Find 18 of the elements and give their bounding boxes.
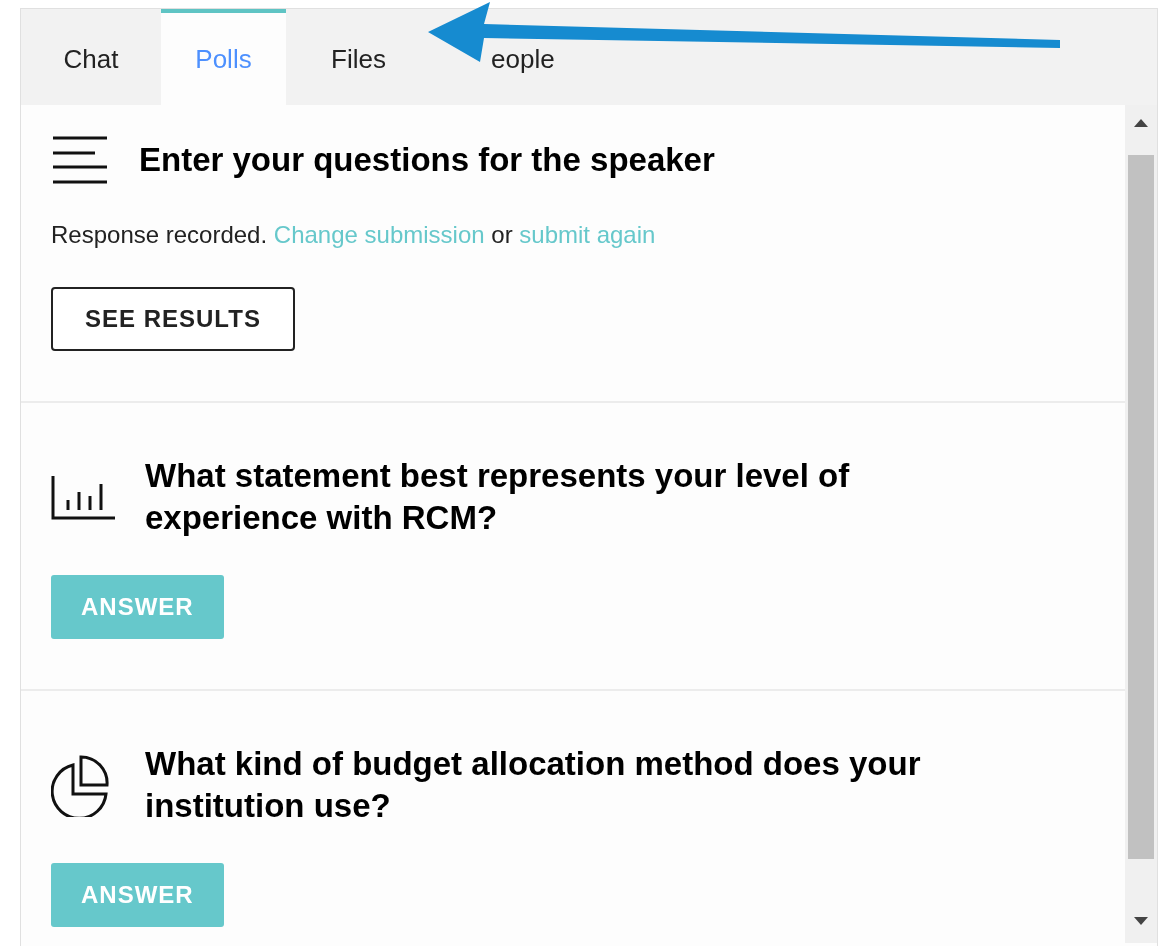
submit-again-link[interactable]: submit again xyxy=(519,221,656,248)
response-status: Response recorded. Change submission or submit again xyxy=(51,220,657,250)
tab[interactable]: Polls xyxy=(161,9,286,105)
scrollbar-thumb[interactable] xyxy=(1128,155,1154,859)
tab[interactable]: eople xyxy=(431,9,587,105)
poll-question: What statement best represents your level of experience with RCM? xyxy=(145,456,851,538)
answer-button[interactable]: ANSWER xyxy=(51,863,224,927)
scroll-up-icon[interactable] xyxy=(1134,119,1148,127)
change-submission-link[interactable]: Change submission xyxy=(273,221,485,248)
see-results-button[interactable]: SEE RESULTS xyxy=(51,287,295,351)
scroll-down-icon[interactable] xyxy=(1134,917,1148,925)
scrollbar[interactable] xyxy=(1125,105,1157,943)
tab[interactable]: Chat xyxy=(21,9,161,105)
poll-question: What kind of budget allocation method does your institution use? xyxy=(145,744,922,826)
tab[interactable]: Files xyxy=(286,9,431,105)
poll-question: Enter your questions for the speaker xyxy=(139,140,715,180)
lines-icon xyxy=(51,135,109,185)
answer-button[interactable]: ANSWER xyxy=(51,575,224,639)
